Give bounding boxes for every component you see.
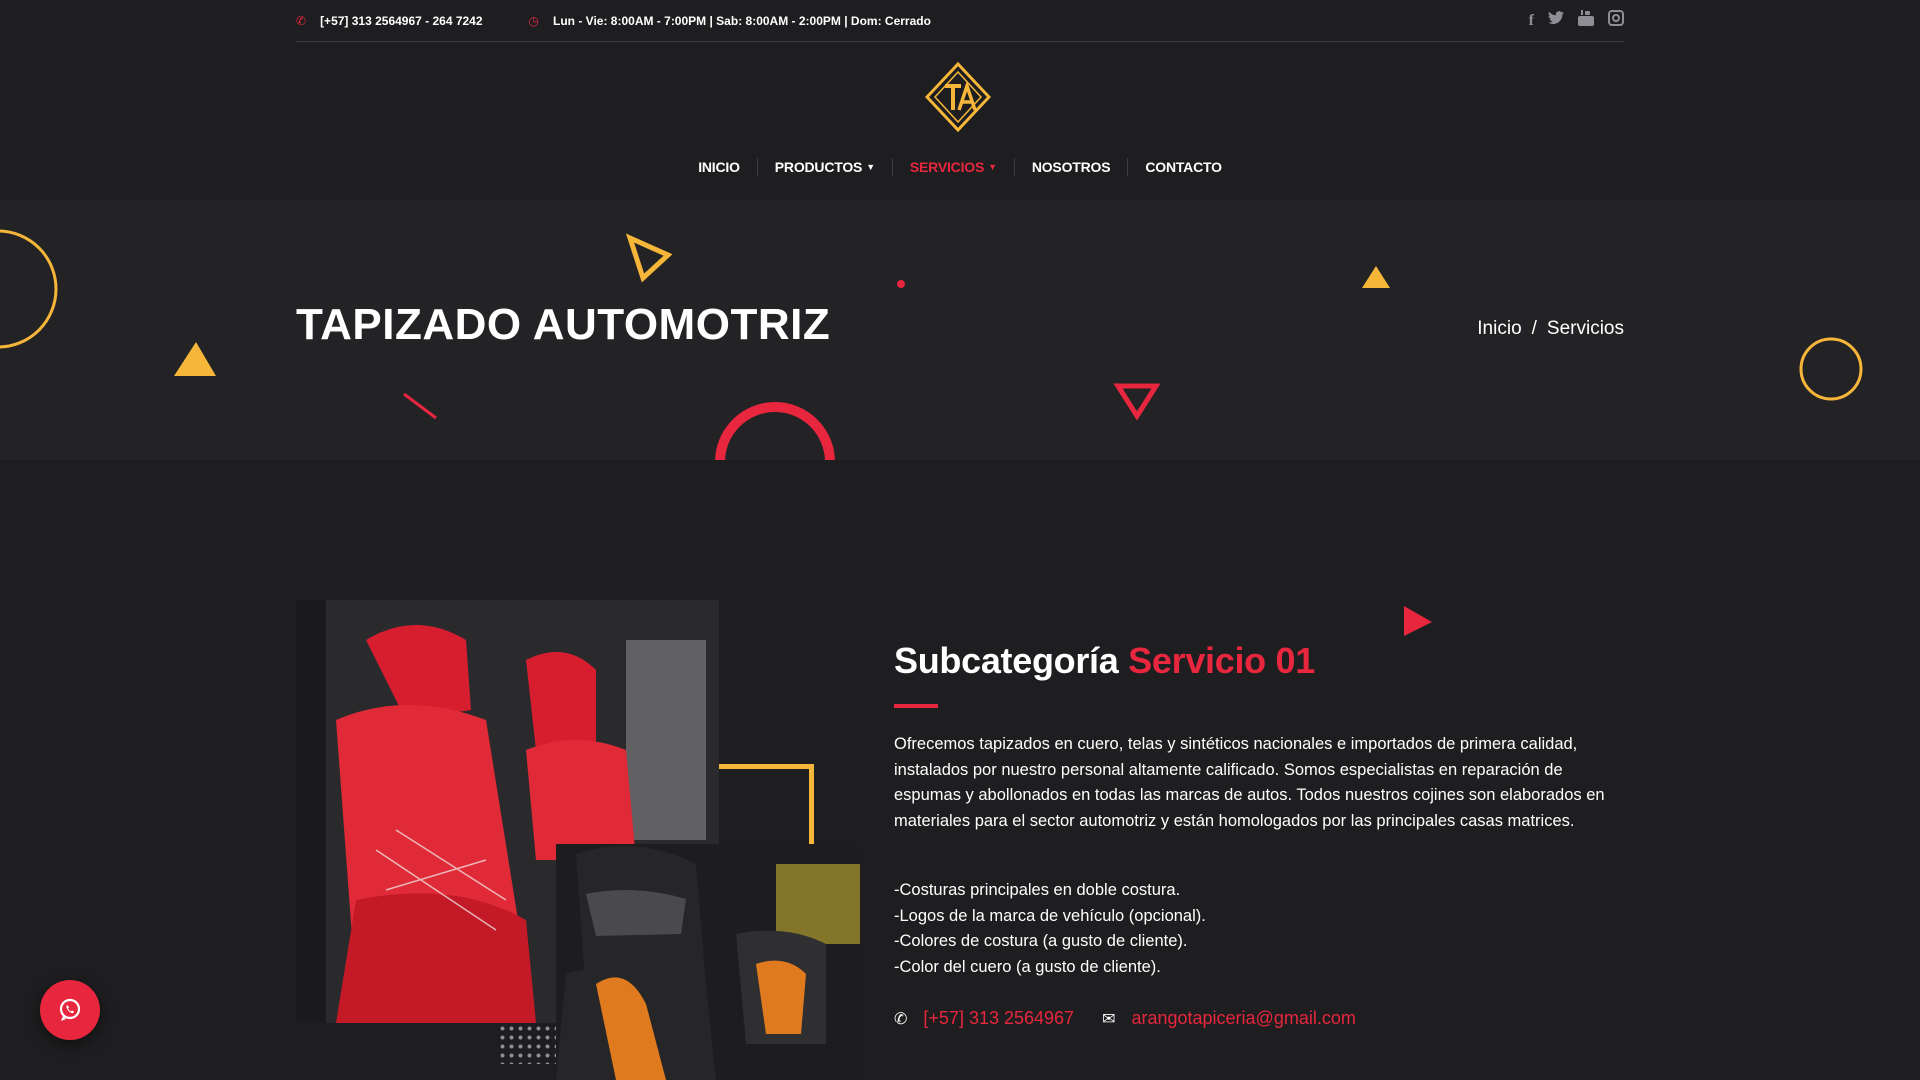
nav-contacto[interactable]: CONTACTO	[1128, 159, 1238, 175]
heading-underline	[894, 704, 938, 708]
youtube-icon[interactable]	[1578, 10, 1594, 31]
hours-text: Lun - Vie: 8:00AM - 7:00PM | Sab: 8:00AM…	[553, 13, 931, 28]
nav-productos-label: PRODUCTOS	[774, 159, 863, 175]
facebook-icon[interactable]: f	[1529, 12, 1534, 30]
main-nav: INICIO PRODUCTOS ▼ SERVICIOS ▼ NOSOTROS CO…	[0, 150, 1920, 184]
nav-servicios[interactable]: SERVICIOS ▼	[893, 159, 1014, 175]
nav-servicios-label: SERVICIOS	[909, 159, 985, 175]
twitter-icon[interactable]	[1548, 11, 1564, 30]
feature-list: -Costuras principales en doble costura. …	[894, 878, 1624, 980]
decorative-triangle	[1400, 604, 1434, 643]
nav-inicio-label: INICIO	[698, 159, 740, 175]
breadcrumb-separator: /	[1531, 318, 1537, 339]
breadcrumb-current: Servicios	[1546, 318, 1624, 339]
phone-icon: ✆	[894, 1010, 908, 1028]
caret-down-icon: ▼	[988, 162, 997, 172]
caret-down-icon: ▼	[866, 162, 875, 172]
decorative-dots	[498, 1024, 556, 1064]
feature-item: -Colores de costura (a gusto de cliente)…	[894, 932, 1188, 950]
banner-decorations	[0, 229, 1863, 460]
breadcrumb-home[interactable]: Inicio	[1477, 318, 1521, 340]
service-description: Ofrecemos tapizados en cuero, telas y si…	[894, 735, 1605, 830]
feature-item: -Color del cuero (a gusto de cliente).	[894, 957, 1161, 976]
social-links: f	[1529, 10, 1624, 31]
top-phone-text: [+57] 313 2564967 - 264 7242	[320, 13, 483, 28]
feature-item: -Costuras principales en doble costura.	[894, 881, 1181, 899]
brand-logo[interactable]	[924, 61, 992, 133]
decorative-bracket	[719, 764, 814, 844]
page-banner	[0, 200, 1920, 460]
nav-inicio[interactable]: INICIO	[681, 159, 757, 175]
nav-nosotros[interactable]: NOSOTROS	[1015, 159, 1128, 175]
whatsapp-icon	[59, 998, 81, 1021]
service-details: Subcategoría Servicio 01 Ofrecemos tapiz…	[894, 640, 1624, 1029]
section-heading: Subcategoría Servicio 01	[894, 640, 1624, 682]
nav-nosotros-label: NOSOTROS	[1031, 159, 1111, 175]
nav-productos[interactable]: PRODUCTOS ▼	[758, 159, 892, 175]
phone-icon: ✆	[296, 13, 307, 28]
breadcrumb: Inicio / Servicios	[1477, 318, 1624, 340]
envelope-icon: ✉	[1102, 1010, 1116, 1028]
clock-icon: ◷	[528, 13, 540, 28]
heading-main: Subcategoría	[894, 640, 1119, 681]
top-bar: ✆ [+57] 313 2564967 - 264 7242 ◷ Lun - V…	[296, 0, 1624, 42]
contact-phone-link[interactable]: [+57] 313 2564967	[923, 1008, 1074, 1029]
instagram-icon[interactable]	[1608, 10, 1624, 31]
feature-item: -Logos de la marca de vehículo (opcional…	[894, 906, 1206, 925]
orange-seats-photo	[556, 844, 860, 1080]
contact-info: ✆ [+57] 313 2564967 ✉ arangotapiceria@gm…	[894, 1008, 1624, 1029]
hours-info: ◷ Lun - Vie: 8:00AM - 7:00PM | Sab: 8:00…	[529, 14, 931, 28]
phone-info: ✆ [+57] 313 2564967 - 264 7242	[296, 14, 483, 28]
heading-accent: Servicio 01	[1128, 640, 1315, 681]
nav-contacto-label: CONTACTO	[1145, 159, 1222, 175]
whatsapp-button[interactable]	[40, 980, 100, 1040]
page-title: TAPIZADO AUTOMOTRIZ	[296, 300, 831, 349]
service-gallery	[296, 600, 866, 1080]
contact-email-link[interactable]: arangotapiceria@gmail.com	[1131, 1008, 1355, 1029]
